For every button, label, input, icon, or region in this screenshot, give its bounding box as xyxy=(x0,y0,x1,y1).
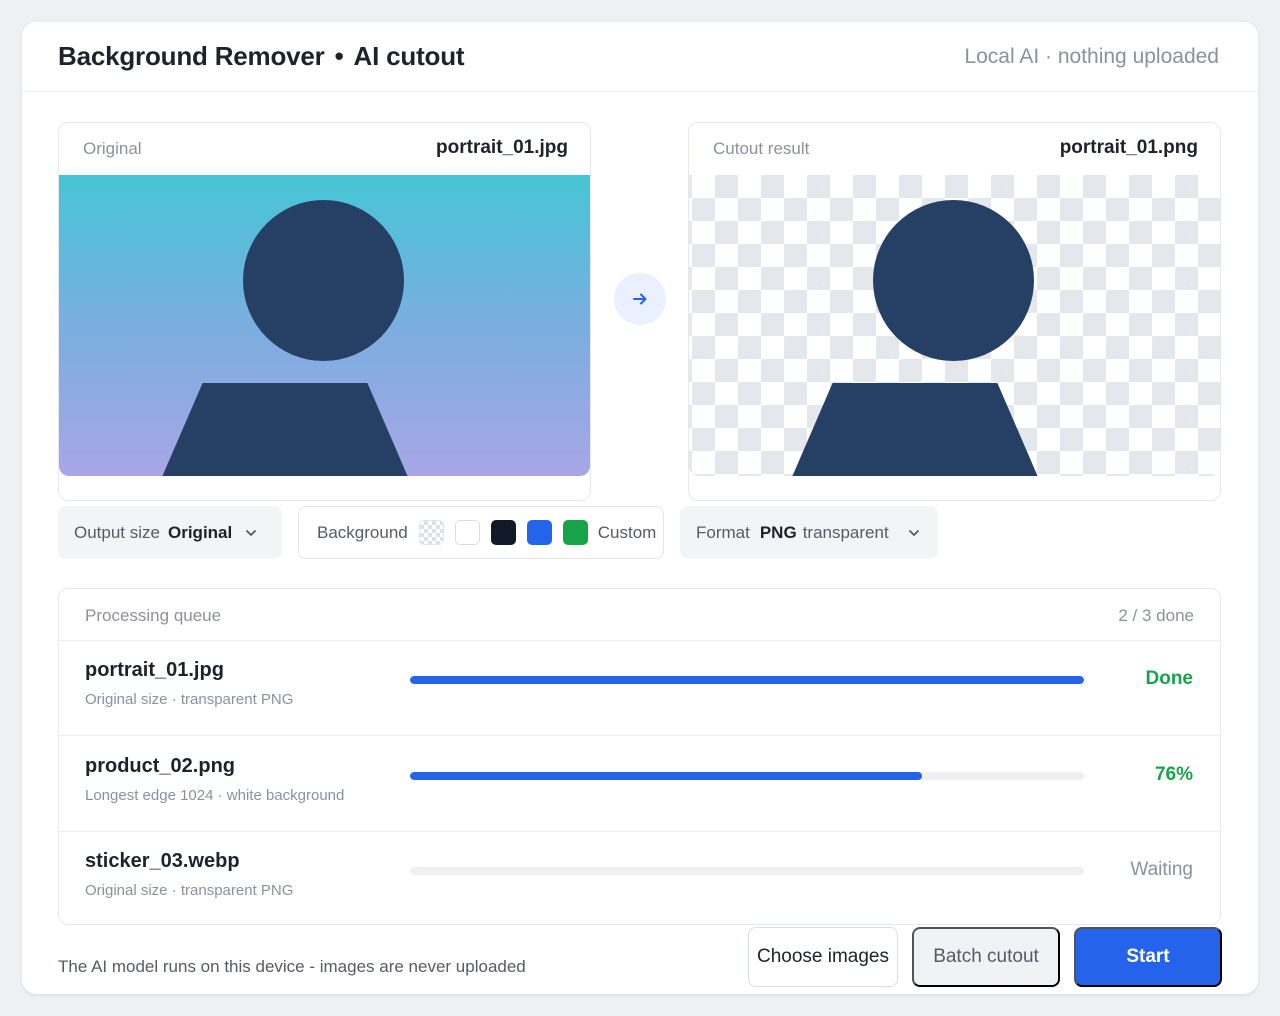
progress-track xyxy=(410,867,1084,875)
queue-count: 2 / 3 done xyxy=(1118,606,1194,625)
app-window: Background Remover • AI cutout Local AI · … xyxy=(22,22,1258,994)
custom-color-button[interactable]: Custom xyxy=(598,523,657,543)
result-image xyxy=(689,175,1220,476)
queue-header: Processing queue 2 / 3 done xyxy=(59,589,1220,641)
app-header: Background Remover • AI cutout Local AI · … xyxy=(22,22,1258,92)
silhouette-body xyxy=(792,383,1038,476)
output-size-label: Output size xyxy=(74,522,160,542)
processing-queue: Processing queue 2 / 3 done portrait_01.… xyxy=(58,588,1221,925)
output-size-select[interactable]: Output size Original xyxy=(58,506,282,559)
app-title-main: Background Remover xyxy=(58,41,325,71)
swatch-black[interactable] xyxy=(490,520,516,545)
queue-item-status: Done xyxy=(1145,668,1194,689)
original-filename: portrait_01.jpg xyxy=(436,137,568,158)
silhouette-head xyxy=(873,200,1034,361)
title-separator: • xyxy=(334,41,344,71)
format-select[interactable]: Format PNG transparent xyxy=(680,506,938,559)
result-panel: Cutout result portrait_01.png xyxy=(688,122,1221,501)
queue-title: Processing queue xyxy=(85,606,222,625)
swatch-transparent[interactable] xyxy=(418,520,444,545)
progress-fill xyxy=(410,676,1084,684)
app-title-sub: AI cutout xyxy=(353,41,465,71)
queue-item-name: product_02.png xyxy=(85,755,236,777)
privacy-note: Local AI · nothing uploaded xyxy=(964,45,1219,68)
format-value: PNG xyxy=(759,522,797,542)
queue-item-meta: Original size · transparent PNG xyxy=(85,691,294,708)
background-label: Background xyxy=(317,522,408,542)
queue-item-status: Waiting xyxy=(1130,859,1193,880)
swatch-blue[interactable] xyxy=(526,520,552,545)
queue-item-status: 76% xyxy=(1154,764,1193,785)
choose-images-button[interactable]: Choose images xyxy=(748,927,898,987)
queue-item-meta: Longest edge 1024 · white background xyxy=(85,787,345,804)
format-label: Format xyxy=(696,522,750,542)
result-label: Cutout result xyxy=(713,139,810,158)
swatch-white[interactable] xyxy=(454,520,480,545)
original-label: Original xyxy=(83,139,142,158)
queue-item-name: portrait_01.jpg xyxy=(85,659,224,681)
queue-row[interactable]: portrait_01.jpg Original size · transpar… xyxy=(59,641,1220,736)
queue-item-name: sticker_03.webp xyxy=(85,850,240,872)
privacy-footer-note: The AI model runs on this device - image… xyxy=(58,957,526,976)
format-sub: transparent xyxy=(802,522,889,542)
queue-row[interactable]: sticker_03.webp Original size · transpar… xyxy=(59,832,1220,924)
batch-cutout-button[interactable]: Batch cutout xyxy=(912,927,1060,987)
chevron-down-icon xyxy=(246,529,257,536)
queue-row[interactable]: product_02.png Longest edge 1024 · white… xyxy=(59,737,1220,832)
output-size-value: Original xyxy=(168,522,233,542)
silhouette-head xyxy=(243,200,404,361)
progress-track xyxy=(410,676,1084,684)
original-panel: Original portrait_01.jpg xyxy=(58,122,591,501)
background-picker: Background Custom xyxy=(298,506,664,559)
progress-track xyxy=(410,772,1084,780)
chevron-down-icon xyxy=(908,529,919,536)
progress-fill xyxy=(410,772,923,780)
start-button[interactable]: Start xyxy=(1074,927,1222,987)
swatch-green[interactable] xyxy=(562,520,588,545)
app-title: Background Remover • AI cutout xyxy=(58,41,465,72)
original-image xyxy=(59,175,590,476)
silhouette-body xyxy=(162,383,408,476)
result-filename: portrait_01.png xyxy=(1059,137,1198,158)
arrow-right-icon xyxy=(614,273,666,325)
queue-item-meta: Original size · transparent PNG xyxy=(85,882,294,899)
